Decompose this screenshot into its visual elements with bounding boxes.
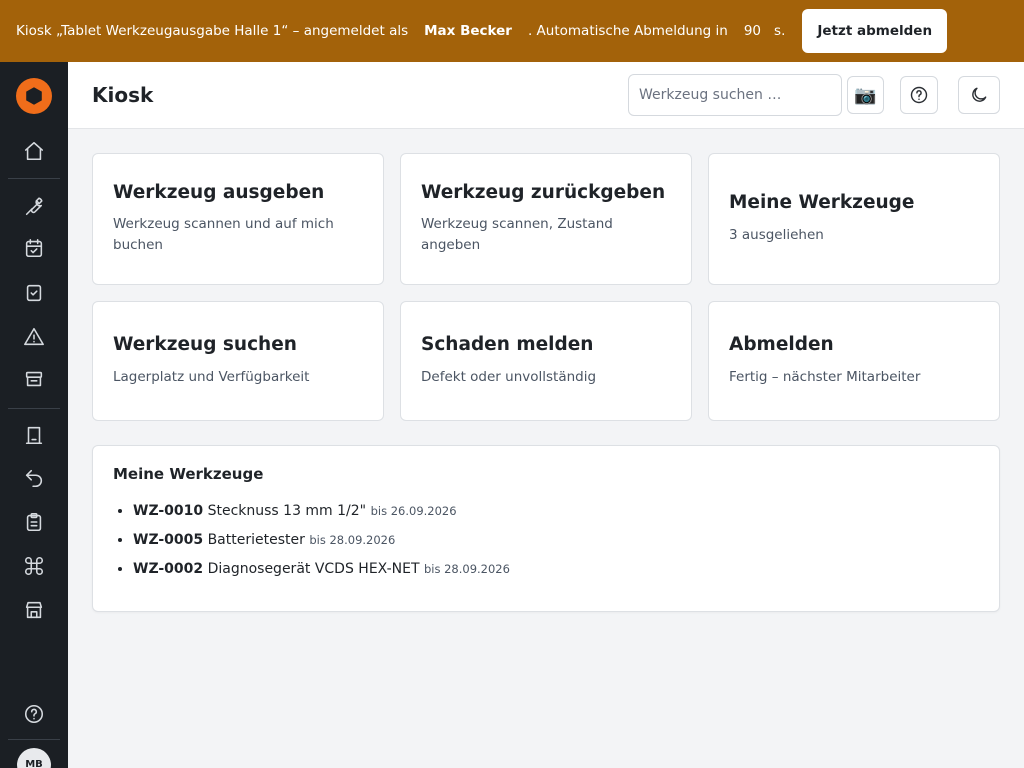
logout-now-button[interactable]: Jetzt abmelden [802, 9, 948, 53]
search-input[interactable] [628, 74, 842, 116]
wrench-icon [25, 197, 43, 216]
banner-countdown: 90 [743, 23, 762, 39]
theme-toggle-button[interactable] [958, 76, 1000, 114]
sidebar-item-home[interactable] [20, 137, 48, 165]
clipboard-icon [26, 512, 42, 532]
tile-report-damage[interactable]: Schaden melden Defekt oder unvollständig [400, 301, 692, 421]
tile-my-tools[interactable]: Meine Werkzeuge 3 ausgeliehen [708, 153, 1000, 285]
camera-scan-button[interactable]: 📷 [847, 76, 884, 114]
home-icon [24, 141, 44, 161]
tool-code: WZ-0005 [133, 532, 204, 548]
tile-subtitle: Defekt oder unvollständig [421, 368, 597, 385]
my-tools-list: WZ-0010 Stecknuss 13 mm 1/2" bis 26.09.2… [113, 497, 979, 584]
tile-title: Schaden melden [421, 334, 594, 356]
tool-name: Stecknuss 13 mm 1/2" [207, 503, 367, 519]
moon-icon [972, 87, 987, 102]
tile-title: Werkzeug ausgeben [113, 181, 325, 203]
banner-prefix: Kiosk „Tablet Werkzeugausgabe Halle 1“ –… [16, 23, 409, 39]
help-icon [910, 86, 928, 104]
sidebar-item-inventory[interactable] [20, 508, 48, 536]
calendar-check-icon [25, 238, 43, 258]
tile-title: Meine Werkzeuge [729, 192, 915, 214]
sidebar-item-storage[interactable] [20, 365, 48, 393]
sidebar-item-damage[interactable] [20, 323, 48, 351]
list-item[interactable]: WZ-0005 Batterietester bis 28.09.2026 [133, 526, 979, 555]
checkbox-icon [26, 284, 42, 302]
top-header: Kiosk 📷 [68, 62, 1024, 129]
store-icon [25, 601, 43, 619]
my-tools-card: Meine Werkzeuge WZ-0010 Stecknuss 13 mm … [92, 445, 1000, 612]
sidebar: MB [0, 62, 68, 768]
tool-due-date: bis 26.09.2026 [370, 504, 457, 518]
kiosk-banner: Kiosk „Tablet Werkzeugausgabe Halle 1“ –… [0, 0, 1024, 62]
sidebar-help-button[interactable] [20, 700, 48, 728]
list-item[interactable]: WZ-0002 Diagnosegerät VCDS HEX-NET bis 2… [133, 555, 979, 584]
tile-logout[interactable]: Abmelden Fertig – nächster Mitarbeiter [708, 301, 1000, 421]
sidebar-separator [8, 408, 60, 409]
tile-subtitle: Werkzeug scannen, Zustand angeben [421, 216, 613, 254]
sidebar-item-return[interactable] [20, 464, 48, 492]
help-icon [24, 704, 44, 724]
sidebar-item-tasks[interactable] [20, 279, 48, 307]
my-tools-heading: Meine Werkzeuge [113, 465, 264, 483]
tile-subtitle: Lagerplatz und Verfügbarkeit [113, 368, 310, 385]
sidebar-separator [8, 178, 60, 179]
tile-search-tool[interactable]: Werkzeug suchen Lagerplatz und Verfügbar… [92, 301, 384, 421]
storage-icon [25, 371, 43, 387]
sidebar-item-checkout[interactable] [20, 421, 48, 449]
sidebar-item-kits[interactable] [20, 552, 48, 580]
app-logo[interactable] [16, 78, 52, 114]
page-title: Kiosk [92, 83, 154, 107]
tile-title: Werkzeug zurückgeben [421, 181, 666, 203]
tile-title: Abmelden [729, 334, 834, 356]
camera-icon: 📷 [854, 84, 877, 106]
tile-title: Werkzeug suchen [113, 334, 297, 356]
sidebar-item-tools[interactable] [20, 192, 48, 220]
tool-due-date: bis 28.09.2026 [309, 533, 396, 547]
tile-subtitle: Werkzeug scannen und auf mich buchen [113, 216, 334, 254]
checkout-icon [25, 426, 43, 445]
tool-name: Diagnosegerät VCDS HEX-NET [207, 561, 420, 577]
banner-countdown-unit: s. [774, 23, 786, 39]
tool-code: WZ-0010 [133, 503, 204, 519]
sidebar-separator [8, 739, 60, 740]
sidebar-item-locations[interactable] [20, 596, 48, 624]
return-icon [25, 469, 43, 488]
tool-due-date: bis 28.09.2026 [423, 562, 510, 576]
tile-subtitle: 3 ausgeliehen [729, 226, 824, 243]
list-item[interactable]: WZ-0010 Stecknuss 13 mm 1/2" bis 26.09.2… [133, 497, 979, 526]
banner-user-name: Max Becker [424, 23, 512, 39]
warning-icon [24, 327, 44, 346]
command-icon [25, 557, 43, 575]
tile-subtitle: Fertig – nächster Mitarbeiter [729, 368, 921, 385]
avatar[interactable]: MB [17, 748, 51, 768]
help-button[interactable] [900, 76, 938, 114]
hexagon-logo-icon [26, 87, 42, 105]
sidebar-item-reservations[interactable] [20, 234, 48, 262]
tile-return-tool[interactable]: Werkzeug zurückgeben Werkzeug scannen, Z… [400, 153, 692, 285]
tool-name: Batterietester [207, 532, 305, 548]
tile-checkout-tool[interactable]: Werkzeug ausgeben Werkzeug scannen und a… [92, 153, 384, 285]
tool-code: WZ-0002 [133, 561, 204, 577]
banner-auto-logout-text: . Automatische Abmeldung in [527, 23, 728, 39]
